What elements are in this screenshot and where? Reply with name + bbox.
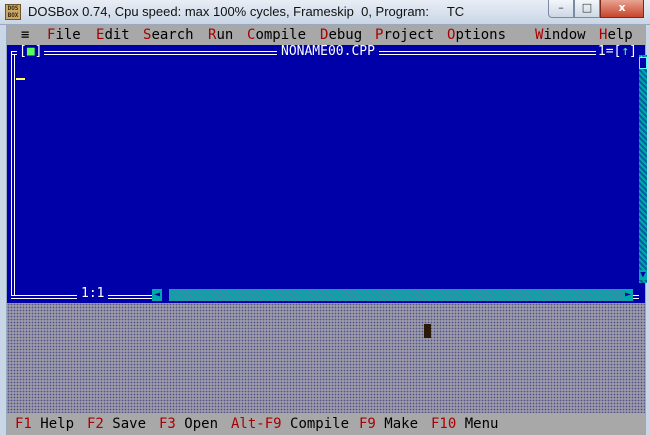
editor-close-box[interactable]: [■] — [17, 44, 45, 59]
hint-compile-key: Alt-F9 — [231, 416, 282, 432]
menu-file[interactable]: File — [47, 26, 81, 45]
cursor-position: 1:1 — [77, 287, 109, 301]
hint-make-key: F9 — [359, 416, 376, 432]
hint-save-label: Save — [112, 416, 147, 432]
menu-project-label: roject — [383, 27, 435, 43]
status-hint-bar: F1 Help F2 Save F3 Open Alt-F9 Compile F… — [7, 413, 645, 435]
hint-help-label: Help — [40, 416, 75, 432]
zoom-arrow-icon: ↑ — [621, 44, 630, 59]
hint-open-label: Open — [184, 416, 219, 432]
window-number-zoom[interactable]: 1=[↑] — [595, 44, 639, 59]
window-controls: – □ x — [548, 0, 644, 19]
hint-open[interactable]: F3 Open — [159, 416, 218, 432]
menu-file-label: ile — [55, 27, 81, 43]
window-number: 1 — [597, 44, 606, 59]
menu-run-label: un — [216, 27, 234, 43]
title-bar[interactable]: DOS BOX DOSBox 0.74, Cpu speed: max 100%… — [0, 0, 650, 25]
editor-window[interactable]: [■] NONAME00.CPP 1=[↑] — [7, 45, 645, 303]
hint-make[interactable]: F9 Make — [359, 416, 418, 432]
menu-options[interactable]: Options — [447, 26, 506, 45]
hint-compile-label: Compile — [290, 416, 350, 432]
menu-compile-label: ompile — [255, 27, 307, 43]
scroll-left-arrow-icon[interactable]: ◄ — [152, 289, 162, 301]
hint-save-key: F2 — [87, 416, 104, 432]
hint-compile[interactable]: Alt-F9 Compile — [231, 416, 349, 432]
zoom-right: ] — [629, 44, 637, 59]
menu-project[interactable]: Project — [375, 26, 434, 45]
menu-search-label: earch — [151, 27, 194, 43]
menu-search[interactable]: Search — [143, 26, 194, 45]
scroll-right-arrow-icon[interactable]: ► — [623, 289, 633, 301]
system-menu[interactable]: ≡ — [21, 26, 29, 45]
menu-help[interactable]: Help — [599, 26, 633, 45]
hint-open-key: F3 — [159, 416, 176, 432]
close-box-mark: ■ — [26, 44, 35, 59]
horizontal-scrollbar[interactable] — [152, 289, 632, 301]
dos-desktop — [7, 303, 645, 413]
vertical-scroll-thumb[interactable] — [639, 57, 647, 69]
close-box-left: [ — [19, 44, 27, 59]
menu-debug-label: ebug — [328, 27, 363, 43]
hint-make-label: Make — [384, 416, 419, 432]
system-menu-icon: ≡ — [21, 27, 30, 43]
hint-menu[interactable]: F10 Menu — [431, 416, 498, 432]
menu-run[interactable]: Run — [208, 26, 233, 45]
zoom-left: =[ — [605, 44, 622, 59]
dosbox-icon[interactable]: DOS BOX — [5, 4, 21, 20]
editor-filename: NONAME00.CPP — [277, 45, 379, 59]
hint-menu-key: F10 — [431, 416, 457, 432]
vertical-scrollbar[interactable] — [639, 55, 647, 283]
menu-bar: ≡ File Edit Search Run Compile Debug Pro… — [7, 25, 645, 45]
close-button[interactable]: x — [600, 0, 644, 18]
hint-save[interactable]: F2 Save — [87, 416, 146, 432]
scroll-down-arrow-icon[interactable]: ▼ — [639, 270, 647, 280]
menu-window-label: indow — [543, 27, 586, 43]
horizontal-scroll-thumb[interactable] — [162, 289, 169, 301]
menu-help-label: elp — [607, 27, 633, 43]
frame-left-outer — [11, 51, 12, 295]
text-cursor — [16, 78, 25, 80]
dos-screen: ≡ File Edit Search Run Compile Debug Pro… — [7, 25, 647, 435]
menu-compile[interactable]: Compile — [247, 26, 306, 45]
minimize-button[interactable]: – — [548, 0, 574, 18]
frame-left-inner — [14, 54, 15, 295]
menu-edit-label: dit — [104, 27, 130, 43]
menu-window[interactable]: Window — [535, 26, 586, 45]
hint-help-key: F1 — [15, 416, 32, 432]
maximize-button[interactable]: □ — [574, 0, 600, 18]
menu-debug[interactable]: Debug — [320, 26, 362, 45]
hint-help[interactable]: F1 Help — [15, 416, 74, 432]
close-box-right: ] — [34, 44, 43, 59]
window-frame-left — [0, 25, 7, 435]
menu-options-label: ptions — [455, 27, 507, 43]
mouse-cursor-icon — [424, 324, 431, 338]
hint-menu-label: Menu — [464, 416, 499, 432]
window-title: DOSBox 0.74, Cpu speed: max 100% cycles,… — [28, 4, 465, 19]
menu-edit[interactable]: Edit — [96, 26, 130, 45]
